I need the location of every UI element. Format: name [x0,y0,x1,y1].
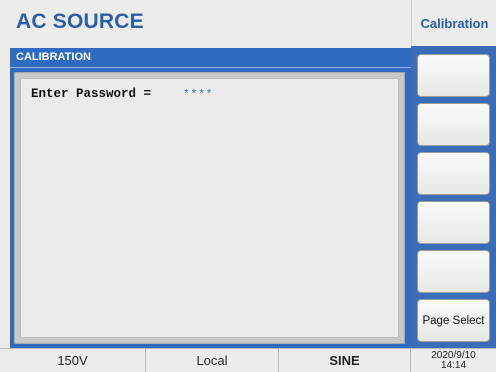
time-text: 14:14 [440,360,467,371]
calibration-panel: CALIBRATION Enter Password = **** [10,48,411,348]
mode-title: Calibration [420,16,489,31]
softkey-5-button[interactable] [417,250,490,293]
status-bar: 150V Local SINE 2020/9/10 14:14 [0,348,496,372]
remote-status: Local [146,349,279,372]
password-label: Enter Password = [31,87,152,101]
app-title: AC SOURCE [16,10,144,33]
panel-header: CALIBRATION [10,48,411,68]
range-status: 150V [0,349,146,372]
password-entry-area[interactable]: Enter Password = **** [20,78,399,338]
page-select-button[interactable]: Page Select [417,299,490,342]
softkey-1-button[interactable] [417,54,490,97]
datetime-display: 2020/9/10 14:14 [411,349,496,372]
softkey-column: Page Select [411,46,496,348]
softkey-3-button[interactable] [417,152,490,195]
content-area: Enter Password = **** [14,72,405,344]
softkey-2-button[interactable] [417,103,490,146]
mode-title-box: Calibration [411,0,496,46]
app-title-bar: AC SOURCE [0,0,411,46]
waveform-status: SINE [279,349,411,372]
panel-title: CALIBRATION [16,51,91,63]
password-field[interactable]: **** [183,89,213,101]
softkey-4-button[interactable] [417,201,490,244]
